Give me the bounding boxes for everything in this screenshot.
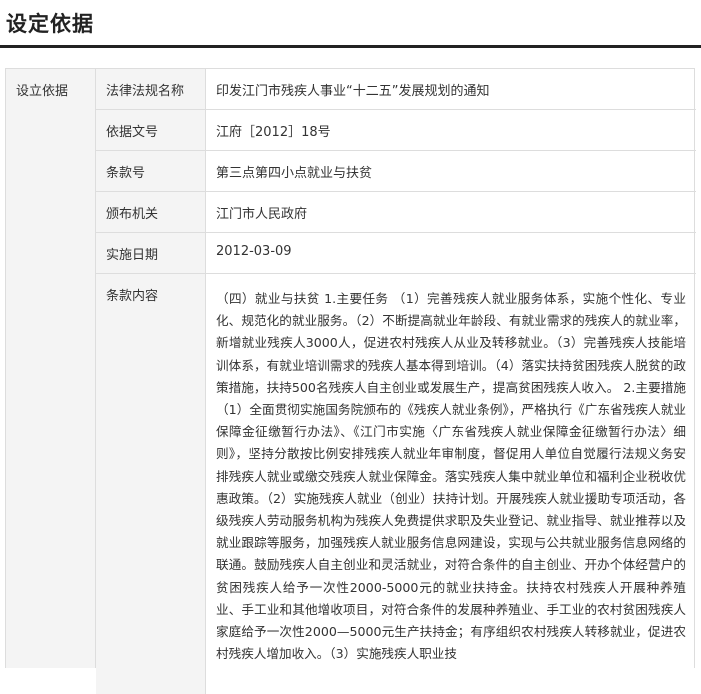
row-value: 江门市人民政府	[216, 207, 308, 222]
table-row-effective-date: 实施日期 2012-03-09	[96, 233, 696, 274]
table-row-clause-content: 条款内容 （四）就业与扶贫 1.主要任务 （1）完善残疾人就业服务体系，实施个性…	[96, 274, 696, 694]
table-row-issuing-authority: 颁布机关 江门市人民政府	[96, 192, 696, 233]
group-label: 设立依据	[16, 84, 69, 99]
group-column: 设立依据	[6, 69, 96, 668]
section-title: 设定依据	[6, 12, 94, 36]
row-label: 依据文号	[96, 110, 206, 150]
row-value: 第三点第四小点就业与扶贫	[216, 166, 373, 181]
row-label: 实施日期	[96, 233, 206, 273]
row-value: 印发江门市残疾人事业“十二五”发展规划的通知	[216, 84, 490, 99]
table-row-doc-number: 依据文号 江府［2012］18号	[96, 110, 696, 151]
row-label: 颁布机关	[96, 192, 206, 232]
basis-table: 设立依据 法律法规名称 印发江门市残疾人事业“十二五”发展规划的通知 依据文号 …	[5, 68, 696, 694]
title-underline	[0, 45, 701, 48]
table-row-law-name: 法律法规名称 印发江门市残疾人事业“十二五”发展规划的通知	[96, 69, 696, 110]
row-value: 江府［2012］18号	[216, 125, 331, 140]
table-row-clause-number: 条款号 第三点第四小点就业与扶贫	[96, 151, 696, 192]
page: 设定依据 设立依据 法律法规名称 印发江门市残疾人事业“十二五”发展规划的通知 …	[0, 0, 701, 694]
row-value: 2012-03-09	[216, 244, 292, 259]
row-label: 法律法规名称	[96, 69, 206, 109]
clause-content-text: （四）就业与扶贫 1.主要任务 （1）完善残疾人就业服务体系，实施个性化、专业化…	[216, 291, 686, 662]
row-label: 条款内容	[96, 274, 206, 694]
row-label: 条款号	[96, 151, 206, 191]
